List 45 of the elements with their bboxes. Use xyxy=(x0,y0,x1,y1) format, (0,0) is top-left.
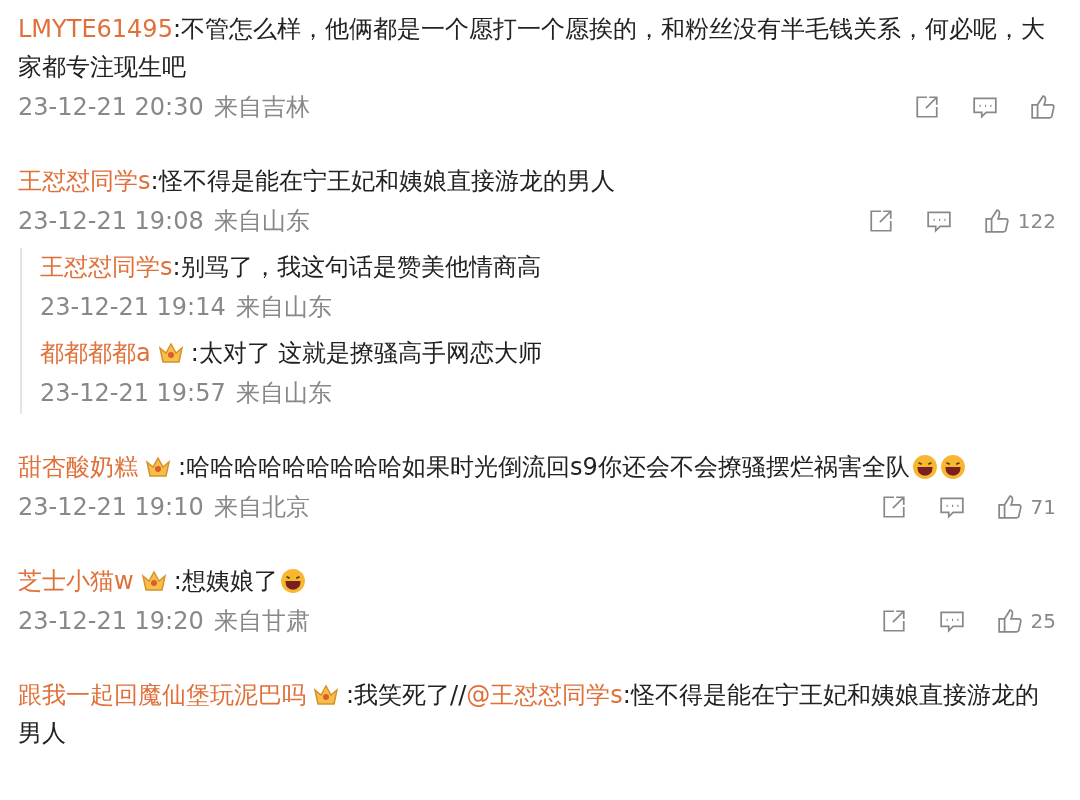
username[interactable]: 王怼怼同学s xyxy=(40,253,173,281)
share-icon[interactable] xyxy=(914,94,940,120)
comment-time: 23-12-21 19:20 xyxy=(18,607,204,635)
username[interactable]: 都都都都a xyxy=(40,339,151,367)
thumbs-up-icon[interactable] xyxy=(996,494,1023,520)
comment-location: 来自甘肃 xyxy=(213,606,310,637)
reply-location: 来自山东 xyxy=(235,378,332,409)
comment-text: 芝士小猫w :想姨娘了 xyxy=(18,562,1056,600)
comment-location: 来自山东 xyxy=(213,206,310,237)
mention-link[interactable]: @王怼怼同学s xyxy=(466,681,623,709)
username[interactable]: 跟我一起回魔仙堡玩泥巴吗 xyxy=(18,681,306,709)
comment-text: 王怼怼同学s:怪不得是能在宁王妃和姨娘直接游龙的男人 xyxy=(18,166,616,197)
comment-icon[interactable] xyxy=(938,608,965,634)
comment-location: 来自吉林 xyxy=(213,92,310,123)
share-icon[interactable] xyxy=(880,494,907,520)
thumbs-up-icon[interactable] xyxy=(996,608,1023,634)
comment-location: 来自北京 xyxy=(213,492,310,523)
thumbs-up-icon[interactable] xyxy=(983,208,1010,234)
reply-time: 23-12-21 19:14 xyxy=(40,293,226,321)
reply-text: 都都都都a :太对了 这就是撩骚高手网恋大师 xyxy=(40,338,544,369)
comment-text: 跟我一起回魔仙堡玩泥巴吗 :我笑死了//@王怼怼同学s:怪不得是能在宁王妃和姨娘直接游龙的男人 xyxy=(18,680,1040,749)
username[interactable]: 甜杏酸奶糕 xyxy=(18,453,138,481)
like-count: 122 xyxy=(1017,209,1056,233)
like-count: 25 xyxy=(1030,609,1056,633)
comment-time: 23-12-21 20:30 xyxy=(18,93,204,121)
comment-time: 23-12-21 19:10 xyxy=(18,493,204,521)
comment-icon[interactable] xyxy=(972,94,998,120)
reply-text: 王怼怼同学s:别骂了，我这句话是赞美他情商高 xyxy=(40,252,542,283)
comment-icon[interactable] xyxy=(925,208,952,234)
reply-time: 23-12-21 19:57 xyxy=(40,379,226,407)
like-count: 71 xyxy=(1030,495,1056,519)
reply-location: 来自山东 xyxy=(235,292,332,323)
comment-icon[interactable] xyxy=(938,494,965,520)
laughing-face-icon xyxy=(939,454,966,480)
comment-text: LMYTE61495:不管怎么样，他俩都是一个愿打一个愿挨的，和粉丝没有半毛钱关系，何必呢，大家都专注现生吧 xyxy=(18,14,1046,83)
share-icon[interactable] xyxy=(880,608,907,634)
laughing-face-icon xyxy=(279,568,306,594)
comment-text: 甜杏酸奶糕 :哈哈哈哈哈哈哈哈哈如果时光倒流回s9你还会不会撩骚摆烂祸害全队 xyxy=(18,448,1056,486)
username[interactable]: LMYTE61495 xyxy=(18,15,173,43)
username[interactable]: 芝士小猫w xyxy=(18,567,134,595)
share-icon[interactable] xyxy=(867,208,894,234)
laughing-face-icon xyxy=(911,454,938,480)
thumbs-up-icon[interactable] xyxy=(1030,94,1056,120)
comment-time: 23-12-21 19:08 xyxy=(18,207,204,235)
username[interactable]: 王怼怼同学s xyxy=(18,167,151,195)
